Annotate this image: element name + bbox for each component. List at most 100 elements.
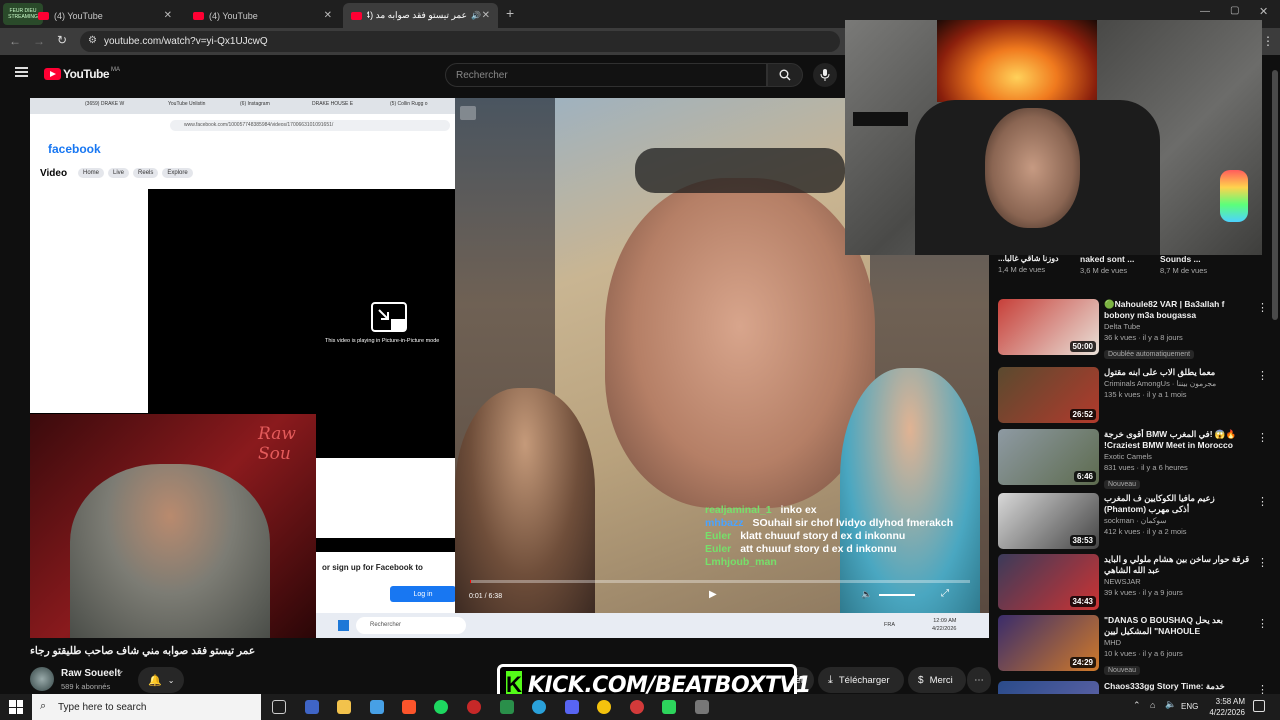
recommendation-thumbnail[interactable]: 38:53 xyxy=(998,493,1099,549)
taskbar-search-input[interactable]: ⌕ Type here to search xyxy=(32,694,261,720)
recommendation-title[interactable]: معما يطلق الاب على ابنه مقتول xyxy=(1104,367,1254,378)
recommendation-channel[interactable]: MHD xyxy=(1104,637,1254,648)
discord-icon[interactable] xyxy=(565,700,579,714)
fb-login-button[interactable]: Log in xyxy=(390,586,456,602)
volume-icon[interactable]: 🔈 xyxy=(861,589,872,600)
file-explorer-icon[interactable] xyxy=(337,700,351,714)
subscribed-bell-button[interactable]: 🔔 ⌄ xyxy=(138,667,184,693)
telegram-icon[interactable] xyxy=(532,700,546,714)
app-icon[interactable] xyxy=(630,700,644,714)
close-icon[interactable]: ✕ xyxy=(164,10,172,21)
recommendation-item[interactable]: 6:46 أقوى خرجة BMW في المغرب! 😱🔥 !Crazie… xyxy=(998,429,1272,489)
recommendation-item[interactable]: 38:53 زعيم مافيا الكوكايين ف المغرب (Pha… xyxy=(998,493,1272,551)
recommendation-title[interactable]: أقوى خرجة BMW في المغرب! 😱🔥 !Craziest BM… xyxy=(1104,429,1254,451)
channel-avatar[interactable] xyxy=(30,667,54,691)
more-icon[interactable]: ⋮ xyxy=(1257,301,1268,314)
browser-tab-2[interactable]: (4) YouTube ✕ xyxy=(185,3,340,28)
more-icon[interactable]: ⋮ xyxy=(1257,556,1268,569)
taskbar-lang[interactable]: ENG xyxy=(1181,702,1198,711)
close-icon[interactable]: ✕ xyxy=(482,10,490,21)
app-icon[interactable] xyxy=(695,700,709,714)
recommendation-title[interactable]: 🟢Nahoule82 VAR | Ba3allah f bobony m3a b… xyxy=(1104,299,1254,321)
recommendation-channel[interactable]: Criminals AmongUs · مجرمون بيننا xyxy=(1104,378,1254,389)
play-icon[interactable]: ▶ xyxy=(709,589,717,600)
speaker-icon[interactable]: 🔈 xyxy=(1165,699,1176,710)
top-row-item[interactable]: ...دوزنا شاقي غالبا 1,4 M de vues xyxy=(998,254,1078,274)
browser-menu-icon[interactable]: ⋮ xyxy=(1262,34,1274,48)
close-window-icon[interactable]: ✕ xyxy=(1259,5,1268,18)
recommendation-title[interactable]: قرقة حوار ساخن بين هشام ملولي و البايد ع… xyxy=(1104,554,1254,576)
recommendation-thumbnail[interactable] xyxy=(998,681,1099,694)
pip-toggle-icon[interactable] xyxy=(460,106,476,120)
download-button[interactable]: ⤓ Télécharger xyxy=(818,667,904,693)
recommendation-meta: 36 k vues · il y a 8 jours xyxy=(1104,333,1183,342)
top-row-item[interactable]: Sounds ... 8,7 M de vues xyxy=(1160,254,1235,275)
channel-name[interactable]: Raw Soueelt xyxy=(61,668,120,679)
hamburger-menu-icon[interactable] xyxy=(15,67,28,77)
back-arrow-icon[interactable]: ← xyxy=(9,34,21,48)
app-icon[interactable] xyxy=(467,700,481,714)
recommendation-item[interactable]: 26:52 معما يطلق الاب على ابنه مقتول Crim… xyxy=(998,367,1272,425)
url-field[interactable]: ⚙ youtube.com/watch?v=yi-Qx1UJcwQ xyxy=(80,31,840,52)
forward-arrow-icon[interactable]: → xyxy=(33,34,45,48)
thanks-button[interactable]: $ Merci xyxy=(908,667,966,693)
recommendation-channel[interactable]: Exotic Camels xyxy=(1104,451,1254,462)
recommendation-item[interactable]: 50:00 🟢Nahoule82 VAR | Ba3allah f bobony… xyxy=(998,299,1272,359)
app-icon[interactable] xyxy=(305,700,319,714)
recommendation-channel[interactable]: NEWSJAR xyxy=(1104,576,1254,587)
chrome-icon[interactable] xyxy=(597,700,611,714)
more-icon[interactable]: ⋮ xyxy=(1257,683,1268,694)
new-tab-button[interactable]: + xyxy=(506,5,514,21)
recommendation-title[interactable]: "DANAS O BOUSHAQ بعد يحل المشكيل ليين "N… xyxy=(1104,615,1254,637)
spotify-icon[interactable] xyxy=(434,700,448,714)
windows-start-icon xyxy=(338,620,349,631)
top-row-item[interactable]: naked sont ... 3,6 M de vues xyxy=(1080,254,1160,275)
volume-slider[interactable] xyxy=(879,594,915,596)
recommendation-thumbnail[interactable]: 50:00 xyxy=(998,299,1099,355)
search-button[interactable] xyxy=(767,63,803,87)
youtube-logo[interactable]: YouTube MA xyxy=(44,67,120,81)
recommendation-item[interactable]: 24:29 "DANAS O BOUSHAQ بعد يحل المشكيل ل… xyxy=(998,615,1272,675)
browser-tab-3[interactable]: عمر تيستو فقد صوابه مد (4) 🔊 ✕ xyxy=(343,3,498,28)
recommendation-thumbnail[interactable]: 6:46 xyxy=(998,429,1099,485)
woman-right xyxy=(840,368,980,613)
recommendation-thumbnail[interactable]: 26:52 xyxy=(998,367,1099,423)
progress-bar[interactable] xyxy=(470,580,970,583)
page-scrollbar[interactable] xyxy=(1272,70,1278,320)
close-icon[interactable]: ✕ xyxy=(324,10,332,21)
more-icon[interactable]: ⋮ xyxy=(1257,617,1268,630)
notification-icon[interactable] xyxy=(1253,700,1265,712)
more-icon[interactable]: ⋮ xyxy=(1257,369,1268,382)
more-icon[interactable]: ⋮ xyxy=(1257,431,1268,444)
region-code: MA xyxy=(111,67,121,73)
recommendation-channel[interactable]: Delta Tube xyxy=(1104,321,1254,332)
recommendation-item[interactable]: Chaos333gg Story Time: خدمة ⋮ xyxy=(998,681,1272,694)
fb-tab: (5) Collin Rugg o xyxy=(390,101,428,107)
browser-tab-1[interactable]: (4) YouTube ✕ xyxy=(30,3,180,28)
taskbar-clock[interactable]: 3:58 AM 4/22/2026 xyxy=(1205,696,1245,718)
site-info-icon[interactable]: ⚙ xyxy=(88,35,97,46)
task-view-icon[interactable] xyxy=(272,700,286,714)
maximize-icon[interactable]: ▢ xyxy=(1230,5,1239,16)
voice-search-button[interactable] xyxy=(813,63,837,87)
recommendation-title[interactable]: زعيم مافيا الكوكايين ف المغرب (Phantom) … xyxy=(1104,493,1254,515)
reload-icon[interactable]: ↻ xyxy=(57,33,67,47)
tray-chevron-icon[interactable]: ⌃ xyxy=(1133,700,1141,711)
app-icon[interactable] xyxy=(662,700,676,714)
recommendation-thumbnail[interactable]: 34:43 xyxy=(998,554,1099,610)
brave-icon[interactable] xyxy=(402,700,416,714)
more-actions-button[interactable]: ⋯ xyxy=(967,667,991,693)
recommendation-thumbnail[interactable]: 24:29 xyxy=(998,615,1099,671)
minimize-icon[interactable]: — xyxy=(1200,6,1210,17)
recommendation-title[interactable]: Chaos333gg Story Time: خدمة xyxy=(1104,681,1254,692)
duration-badge: 50:00 xyxy=(1069,341,1096,352)
store-icon[interactable] xyxy=(370,700,384,714)
recommendation-item[interactable]: 34:43 قرقة حوار ساخن بين هشام ملولي و ال… xyxy=(998,554,1272,612)
fullscreen-icon[interactable]: ⤢ xyxy=(941,588,949,599)
recommendation-channel[interactable]: sockman · سوكمان xyxy=(1104,515,1254,526)
more-icon[interactable]: ⋮ xyxy=(1257,495,1268,508)
network-icon[interactable]: ⌂ xyxy=(1150,700,1155,710)
app-icon[interactable] xyxy=(500,700,514,714)
windows-start-icon[interactable] xyxy=(9,700,23,714)
search-input[interactable]: Rechercher xyxy=(445,63,767,87)
